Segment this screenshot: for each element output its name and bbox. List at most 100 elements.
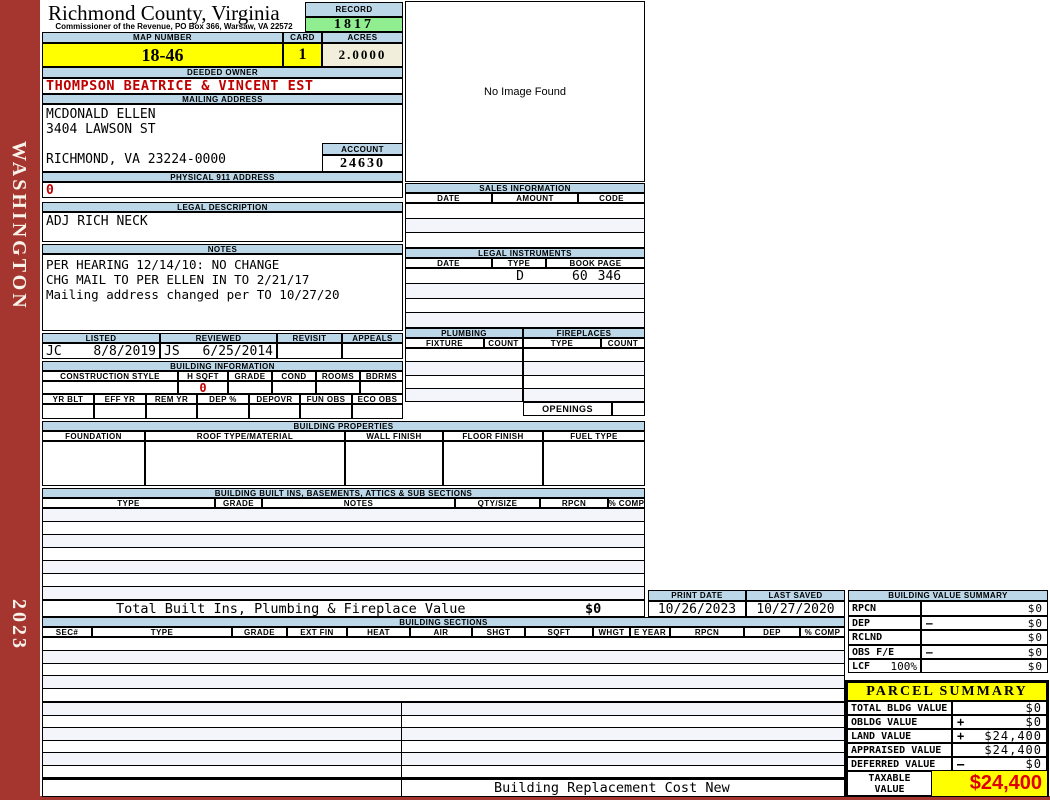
built-ins-header: BUILDING BUILT INS, BASEMENTS, ATTICS & …	[42, 488, 645, 498]
parcel-sign: +	[957, 729, 965, 743]
parcel-land-value: + $24,400	[952, 729, 1047, 743]
dep-pct-value	[197, 404, 249, 419]
fireplace-type-header: TYPE	[523, 338, 601, 348]
owner-name: THOMPSON BEATRICE & VINCENT EST	[46, 78, 314, 94]
bvs-label: RCLND	[852, 632, 883, 643]
map-number-header: MAP NUMBER	[42, 32, 283, 43]
taxable-value-cell: $24,400	[932, 771, 1047, 796]
built-ins-empty-rows	[42, 508, 645, 600]
parcel-deferred-value: – $0	[952, 757, 1047, 771]
building-value-summary-header: BUILDING VALUE SUMMARY	[848, 590, 1048, 601]
parcel-amount: $0	[1025, 715, 1042, 729]
taxable-row: TAXABLE VALUE $24,400	[847, 771, 1047, 796]
built-ins-total-value: $0	[585, 600, 602, 617]
grade-value	[228, 381, 272, 394]
notes-header: NOTES	[42, 244, 403, 254]
building-sections-header: BUILDING SECTIONS	[42, 617, 845, 627]
deeded-owner-value: THOMPSON BEATRICE & VINCENT EST	[42, 78, 403, 94]
fireplace-count-header: COUNT	[601, 338, 645, 348]
revisit-header: REVISIT	[277, 333, 342, 343]
shgt-header: SHGT	[472, 627, 525, 637]
bvs-amount: $0	[1027, 659, 1043, 673]
deeded-owner-header: DEEDED OWNER	[42, 67, 403, 78]
openings-label: OPENINGS	[542, 404, 593, 414]
parcel-label: TOTAL BLDG VALUE	[851, 702, 948, 714]
spine-sidebar: WASHINGTON 2023	[0, 0, 40, 800]
whgt-header: WHGT	[593, 627, 630, 637]
bdrms-value	[360, 381, 403, 394]
building-sections-empty-rows-a	[42, 637, 845, 702]
listed-value: JC 8/8/2019	[42, 343, 160, 359]
bvs-rpcn-label: RPCN	[848, 601, 921, 616]
bvs-amount: $0	[1027, 631, 1043, 644]
e-year-header: E YEAR	[630, 627, 670, 637]
card-header: CARD	[283, 32, 322, 43]
notes-line-1: PER HEARING 12/14/10: NO CHANGE	[46, 257, 280, 272]
card-value: 1	[283, 43, 322, 67]
reviewed-date: 6/25/2014	[202, 343, 273, 359]
floor-finish-header: FLOOR FINISH	[443, 431, 543, 441]
built-ins-type-header: TYPE	[42, 498, 215, 508]
spine-year-label: 2023	[8, 599, 30, 651]
mailing-address-header: MAILING ADDRESS	[42, 94, 403, 104]
rem-yr-value	[146, 404, 197, 419]
eco-obs-value	[352, 404, 403, 419]
roof-type-value	[145, 441, 345, 486]
bvs-label: OBS F/E	[852, 646, 895, 658]
notes-line-3: Mailing address changed per TO 10/27/20	[46, 287, 340, 302]
replacement-cost-row: Building Replacement Cost New	[42, 779, 845, 797]
record-value: 1817	[305, 17, 403, 32]
instrument-date-header: DATE	[405, 258, 492, 268]
replacement-cost-label: Building Replacement Cost New	[494, 780, 730, 796]
section-rpcn-header: RPCN	[670, 627, 744, 637]
construction-style-value	[42, 381, 178, 394]
bvs-amount: $0	[1027, 602, 1043, 615]
notes-box: PER HEARING 12/14/10: NO CHANGE CHG MAIL…	[42, 254, 403, 331]
heat-header: HEAT	[347, 627, 410, 637]
revisit-value	[277, 343, 342, 359]
last-saved-value: 10/27/2020	[746, 601, 845, 617]
taxable-value: $24,400	[969, 772, 1042, 794]
mailing-line-1: MCDONALD ELLEN	[46, 107, 156, 122]
sales-information-header: SALES INFORMATION	[405, 183, 645, 193]
sales-code-header: CODE	[578, 193, 645, 203]
acres-value: 2.0000	[322, 43, 403, 67]
record-header: RECORD	[305, 2, 403, 17]
listed-date: 8/8/2019	[93, 343, 156, 359]
plumbing-empty-rows	[405, 348, 523, 402]
instrument-bookpage-header: BOOK PAGE	[546, 258, 645, 268]
instrument-book-value: 60	[572, 269, 588, 284]
section-comp-header: % COMP	[800, 627, 845, 637]
yr-blt-header: YR BLT	[42, 394, 94, 404]
parcel-amount: $24,400	[984, 743, 1042, 757]
parcel-obldg-value: + $0	[952, 715, 1047, 729]
sales-empty-rows	[405, 203, 645, 248]
section-type-header: TYPE	[92, 627, 232, 637]
built-ins-total-label: Total Built Ins, Plumbing & Fireplace Va…	[116, 600, 466, 617]
fireplaces-empty-rows	[523, 348, 645, 402]
appeals-header: APPEALS	[342, 333, 403, 343]
listed-header: LISTED	[42, 333, 160, 343]
appeals-value	[342, 343, 403, 359]
bvs-lcf-label: LCF 100%	[848, 659, 921, 673]
physical-911-value: 0	[46, 182, 54, 198]
spine-district-label: WASHINGTON	[8, 140, 30, 311]
mailing-line-3	[46, 137, 226, 152]
foundation-value	[42, 441, 145, 486]
bvs-amount: $0	[1027, 645, 1043, 659]
wall-finish-value	[345, 441, 443, 486]
account-header: ACCOUNT	[322, 143, 403, 155]
wall-finish-header: WALL FINISH	[345, 431, 443, 441]
built-ins-total-row: Total Built Ins, Plumbing & Fireplace Va…	[42, 600, 645, 617]
legal-instruments-header: LEGAL INSTRUMENTS	[405, 248, 645, 258]
property-record-card: { "colors": { "header_bar_blue": "#BCD8E…	[0, 0, 1050, 800]
bvs-rclnd-label: RCLND	[848, 630, 921, 645]
bvs-lcf-pct: 100%	[890, 659, 918, 673]
parcel-sign: –	[957, 757, 965, 771]
sales-date-header: DATE	[405, 193, 492, 203]
parcel-sign: +	[957, 715, 965, 729]
fixture-header: FIXTURE	[405, 338, 484, 348]
parcel-label: LAND VALUE	[851, 730, 912, 742]
legal-description-header: LEGAL DESCRIPTION	[42, 202, 403, 212]
bvs-dep-value: – $0	[921, 616, 1048, 630]
